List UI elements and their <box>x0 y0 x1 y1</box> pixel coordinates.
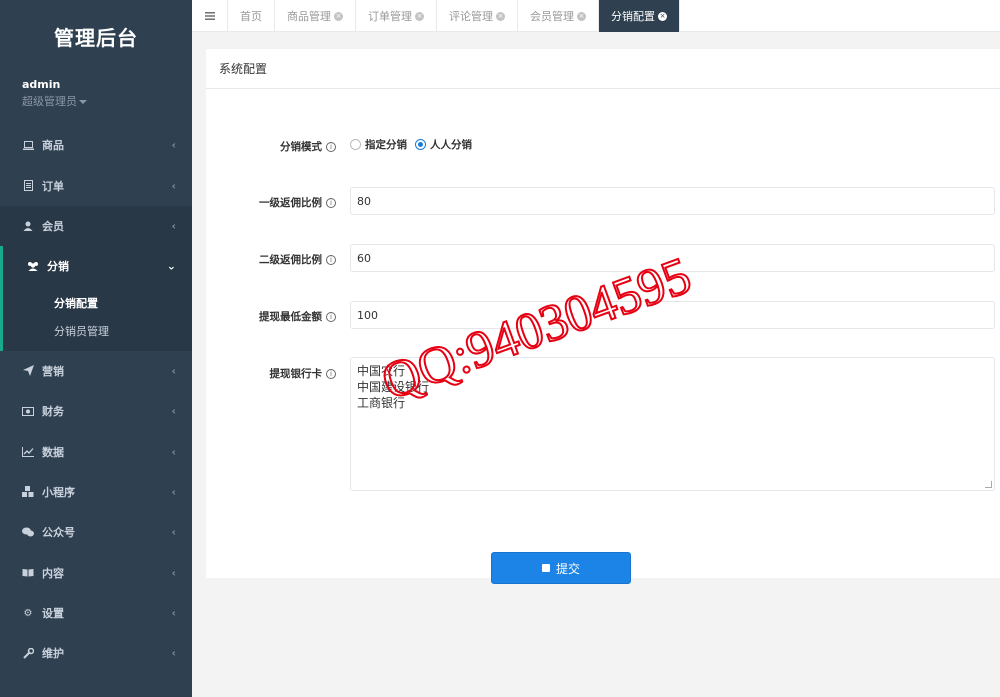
level1-input[interactable]: 80 <box>350 187 995 215</box>
chevron-left-icon: ‹ <box>171 404 176 418</box>
send-icon <box>22 365 34 377</box>
bag-icon <box>541 564 550 572</box>
level2-label: 二级返佣比例 i <box>206 252 336 267</box>
sidebar-item-data[interactable]: 数据 ‹ <box>0 431 192 471</box>
chevron-left-icon: ‹ <box>171 566 176 580</box>
info-icon[interactable]: i <box>326 198 336 208</box>
submenu-item-config[interactable]: 分销配置 <box>3 289 192 317</box>
info-icon[interactable]: i <box>326 312 336 322</box>
user-icon <box>22 220 34 232</box>
tab-goods[interactable]: 商品管理 × <box>275 0 356 32</box>
tab-comments[interactable]: 评论管理 × <box>437 0 518 32</box>
tab-home[interactable]: 首页 <box>228 0 275 32</box>
chevron-left-icon: ‹ <box>171 179 176 193</box>
tab-members[interactable]: 会员管理 × <box>518 0 599 32</box>
sidebar-item-marketing[interactable]: 营销 ‹ <box>0 351 192 391</box>
hamburger-icon <box>204 9 215 23</box>
sidebar-item-finance[interactable]: 财务 ‹ <box>0 391 192 431</box>
mode-radio-group: 指定分销 人人分销 <box>350 137 480 152</box>
submenu-item-distributors[interactable]: 分销员管理 <box>3 317 192 345</box>
tab-bar: 首页 商品管理 × 订单管理 × 评论管理 × 会员管理 × 分销配置 × <box>192 0 1000 32</box>
cubes-icon <box>22 486 34 498</box>
users-icon <box>27 260 39 272</box>
caret-down-icon <box>79 100 87 104</box>
tab-distribution-config[interactable]: 分销配置 × <box>599 0 680 32</box>
laptop-icon <box>22 139 34 151</box>
chevron-left-icon: ‹ <box>171 606 176 620</box>
user-profile[interactable]: admin 超级管理员 <box>0 72 192 122</box>
radio-button-checked[interactable] <box>415 139 426 150</box>
resize-handle[interactable] <box>985 481 992 488</box>
distribution-submenu: 分销配置 分销员管理 <box>0 286 192 351</box>
money-icon <box>22 405 34 417</box>
close-icon[interactable]: × <box>658 11 667 21</box>
list-icon <box>22 180 34 192</box>
sidebar-nav: 商品 ‹ 订单 ‹ 会员 ‹ 分销 ⌄ 分销配置 分销员管理 营销 ‹ 财务 ‹… <box>0 125 192 674</box>
sidebar: 管理后台 admin 超级管理员 商品 ‹ 订单 ‹ 会员 ‹ 分销 ⌄ 分销配… <box>0 0 192 697</box>
close-icon[interactable]: × <box>415 11 424 21</box>
config-panel: 系统配置 分销模式 i 指定分销 人人分销 一级返佣比例 i 80 二级返佣比例 i … <box>206 49 1000 584</box>
radio-button[interactable] <box>350 139 361 150</box>
sidebar-item-miniprogram[interactable]: 小程序 ‹ <box>0 472 192 512</box>
book-icon <box>22 567 34 579</box>
chevron-left-icon: ‹ <box>171 485 176 499</box>
menu-toggle-button[interactable] <box>192 0 228 32</box>
gear-icon: ⚙ <box>23 607 33 619</box>
bank-textarea[interactable]: 中国农行 中国建设银行 工商银行 <box>350 357 995 491</box>
chevron-left-icon: ‹ <box>171 646 176 660</box>
sidebar-item-settings[interactable]: ⚙ 设置 ‹ <box>0 593 192 633</box>
user-role[interactable]: 超级管理员 <box>22 93 192 109</box>
mode-label: 分销模式 i <box>206 139 336 154</box>
sidebar-item-distribution[interactable]: 分销 ⌄ <box>0 246 192 287</box>
sidebar-item-members[interactable]: 会员 ‹ <box>0 205 192 247</box>
wechat-icon <box>22 526 34 538</box>
chart-icon <box>22 446 34 458</box>
info-icon[interactable]: i <box>326 255 336 265</box>
mode-option-everyone[interactable]: 人人分销 <box>415 137 472 152</box>
sidebar-item-content[interactable]: 内容 ‹ <box>0 553 192 593</box>
min-withdraw-label: 提现最低金额 i <box>206 309 336 324</box>
info-icon[interactable]: i <box>326 142 336 152</box>
close-icon[interactable]: × <box>334 11 343 21</box>
chevron-left-icon: ‹ <box>171 364 176 378</box>
min-withdraw-input[interactable]: 100 <box>350 301 995 329</box>
tab-orders[interactable]: 订单管理 × <box>356 0 437 32</box>
chevron-left-icon: ‹ <box>171 219 176 233</box>
close-icon[interactable]: × <box>577 11 586 21</box>
panel-title: 系统配置 <box>206 49 1000 89</box>
submit-button[interactable]: 提交 <box>491 552 631 584</box>
bank-label: 提现银行卡 i <box>206 366 336 381</box>
wrench-icon <box>22 647 34 659</box>
chevron-left-icon: ‹ <box>171 525 176 539</box>
chevron-left-icon: ‹ <box>171 138 176 152</box>
brand-title: 管理后台 <box>54 25 138 50</box>
chevron-left-icon: ‹ <box>171 445 176 459</box>
chevron-down-icon: ⌄ <box>166 259 176 273</box>
level1-label: 一级返佣比例 i <box>206 195 336 210</box>
user-name: admin <box>22 78 61 91</box>
sidebar-item-maintenance[interactable]: 维护 ‹ <box>0 633 192 673</box>
mode-option-designated[interactable]: 指定分销 <box>350 137 407 152</box>
info-icon[interactable]: i <box>326 369 336 379</box>
close-icon[interactable]: × <box>496 11 505 21</box>
sidebar-item-official-account[interactable]: 公众号 ‹ <box>0 512 192 552</box>
level2-input[interactable]: 60 <box>350 244 995 272</box>
sidebar-item-goods[interactable]: 商品 ‹ <box>0 125 192 165</box>
sidebar-item-orders[interactable]: 订单 ‹ <box>0 165 192 205</box>
